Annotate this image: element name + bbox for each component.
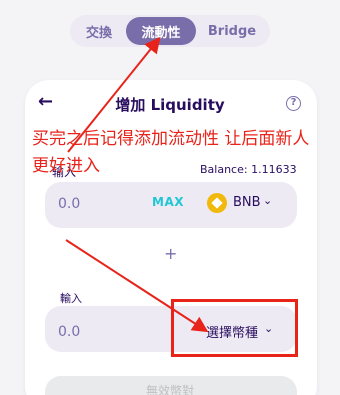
annotation-highlight-box <box>171 299 298 357</box>
invalid-pair-label: 無效幣對 <box>145 384 194 395</box>
input-1-amount-field[interactable]: 0.0 <box>58 196 80 212</box>
annotation-text: 买完之后记得添加流动性 让后面新人更好进入 <box>32 129 310 176</box>
tab-liquidity[interactable]: 流動性 <box>126 17 196 45</box>
input-2-label: 輸入 <box>60 292 82 305</box>
tab-bridge[interactable]: Bridge <box>196 17 268 45</box>
plus-icon: + <box>164 244 178 263</box>
tab-swap[interactable]: 交換 <box>72 17 126 45</box>
help-icon[interactable]: ? <box>286 96 301 111</box>
bnb-token-icon <box>207 193 227 213</box>
top-tab-bar: 交換 流動性 Bridge <box>70 15 270 47</box>
chevron-down-icon[interactable]: ⌄ <box>263 194 272 207</box>
max-button[interactable]: MAX <box>152 195 184 209</box>
token-select-bnb[interactable]: BNB <box>233 195 261 210</box>
input-2-amount-field[interactable]: 0.0 <box>58 324 80 340</box>
